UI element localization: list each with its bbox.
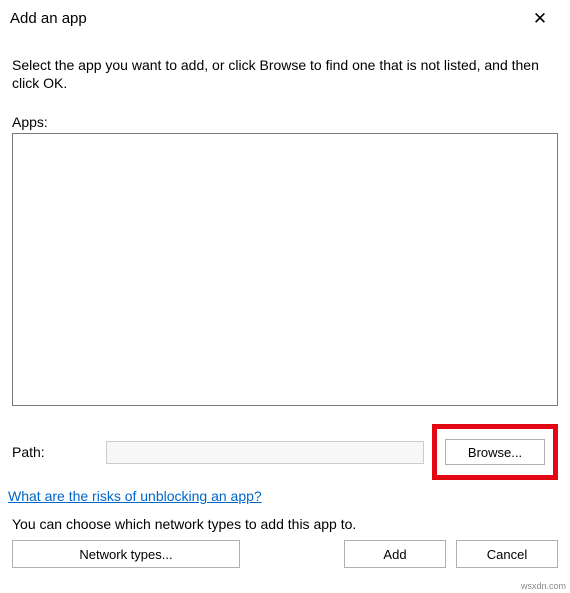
titlebar: Add an app ✕ <box>0 0 570 36</box>
path-label: Path: <box>12 444 106 460</box>
add-button[interactable]: Add <box>344 540 446 568</box>
button-row: Network types... Add Cancel <box>12 540 558 568</box>
path-input[interactable] <box>106 441 424 464</box>
watermark: wsxdn.com <box>521 581 566 591</box>
browse-button[interactable]: Browse... <box>445 439 545 465</box>
dialog-content: Select the app you want to add, or click… <box>0 36 570 568</box>
apps-listbox[interactable] <box>12 133 558 406</box>
risks-link[interactable]: What are the risks of unblocking an app? <box>8 488 262 504</box>
network-types-text: You can choose which network types to ad… <box>12 516 558 532</box>
window-title: Add an app <box>10 10 87 27</box>
apps-label: Apps: <box>12 114 558 130</box>
path-row: Path: Browse... <box>12 424 558 480</box>
browse-highlight: Browse... <box>432 424 558 480</box>
network-types-button[interactable]: Network types... <box>12 540 240 568</box>
cancel-button[interactable]: Cancel <box>456 540 558 568</box>
instruction-text: Select the app you want to add, or click… <box>12 56 558 92</box>
close-button[interactable]: ✕ <box>520 10 560 27</box>
